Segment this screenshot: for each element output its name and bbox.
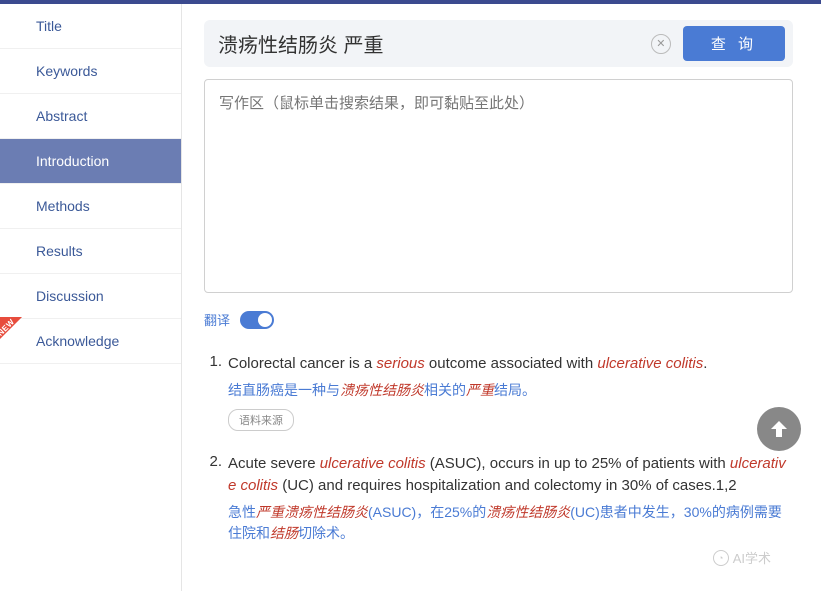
sidebar-item-label: Acknowledge (36, 333, 119, 349)
results-list: 1. Colorectal cancer is a serious outcom… (204, 353, 793, 544)
clear-icon[interactable]: ✕ (651, 34, 671, 54)
result-item[interactable]: 2. Acute severe ulcerative colitis (ASUC… (204, 453, 793, 544)
sidebar-item-acknowledge[interactable]: NEW Acknowledge (0, 319, 181, 364)
result-chinese: 结直肠癌是一种与溃疡性结肠炎相关的严重结局。 (228, 380, 793, 401)
watermark-text: AI学术 (733, 548, 771, 567)
watermark: ◔ AI学术 (713, 548, 771, 567)
app-container: Title Keywords Abstract Introduction Met… (0, 4, 821, 591)
sidebar-item-title[interactable]: Title (0, 4, 181, 49)
result-number: 1. (204, 353, 228, 431)
result-chinese: 急性严重溃疡性结肠炎(ASUC)，在25%的溃疡性结肠炎(UC)患者中发生，30… (228, 502, 793, 544)
result-english: Colorectal cancer is a serious outcome a… (228, 353, 793, 376)
query-button[interactable]: 查 询 (683, 26, 785, 61)
search-input[interactable] (218, 32, 651, 55)
wechat-icon: ◔ (713, 550, 729, 566)
translate-label: 翻译 (204, 310, 230, 329)
sidebar-item-methods[interactable]: Methods (0, 184, 181, 229)
sidebar-item-keywords[interactable]: Keywords (0, 49, 181, 94)
new-badge-text: NEW (0, 317, 16, 338)
result-body: Colorectal cancer is a serious outcome a… (228, 353, 793, 431)
source-button[interactable]: 语料来源 (228, 409, 294, 431)
sidebar-item-abstract[interactable]: Abstract (0, 94, 181, 139)
result-item[interactable]: 1. Colorectal cancer is a serious outcom… (204, 353, 793, 431)
result-body: Acute severe ulcerative colitis (ASUC), … (228, 453, 793, 544)
sidebar: Title Keywords Abstract Introduction Met… (0, 4, 182, 591)
writing-textarea[interactable] (204, 79, 793, 293)
main-content: ✕ 查 询 翻译 1. Colorectal cancer is a serio… (182, 4, 821, 591)
arrow-up-icon (767, 417, 791, 441)
translate-row: 翻译 (204, 310, 793, 329)
result-number: 2. (204, 453, 228, 544)
sidebar-item-results[interactable]: Results (0, 229, 181, 274)
sidebar-item-discussion[interactable]: Discussion (0, 274, 181, 319)
translate-toggle[interactable] (240, 311, 274, 329)
new-badge: NEW (0, 317, 32, 351)
scroll-top-button[interactable] (757, 407, 801, 451)
search-bar: ✕ 查 询 (204, 20, 793, 67)
sidebar-item-introduction[interactable]: Introduction (0, 139, 181, 184)
result-english: Acute severe ulcerative colitis (ASUC), … (228, 453, 793, 498)
